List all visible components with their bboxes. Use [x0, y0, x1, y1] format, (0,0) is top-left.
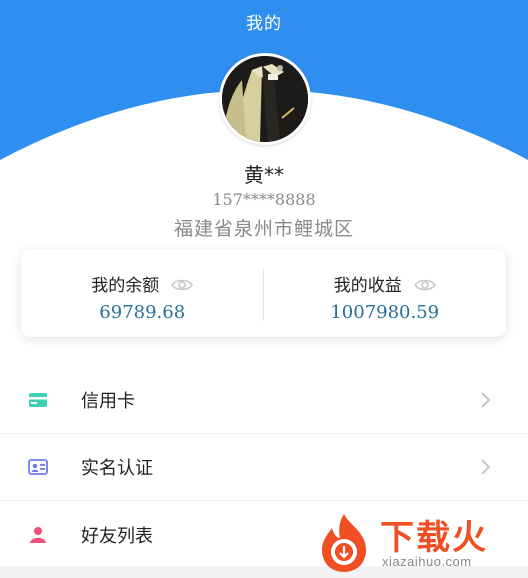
watermark-domain: xiazaihuo.com — [382, 554, 472, 569]
user-name: 黄** — [244, 163, 284, 187]
watermark-logo: 下载火 xiazaihuo.com — [310, 508, 528, 578]
profile-page: 我的 黄** 157****8888 福建省泉州市鲤城区 我的余额 69789.… — [0, 0, 528, 578]
stats-card: 我的余额 69789.68 我的收益 1007980.59 — [21, 249, 506, 337]
balance-label: 我的余额 — [91, 276, 160, 296]
menu-item-credit-card[interactable]: 信用卡 — [0, 367, 528, 434]
earnings-stat[interactable]: 我的收益 1007980.59 — [264, 249, 507, 337]
avatar[interactable] — [219, 53, 311, 145]
balance-value: 69789.68 — [99, 302, 186, 323]
credit-card-icon — [28, 390, 48, 410]
page-title: 我的 — [246, 14, 282, 34]
menu-label: 好友列表 — [81, 525, 153, 547]
chevron-right-icon — [480, 391, 492, 409]
user-location: 福建省泉州市鲤城区 — [173, 218, 354, 240]
eye-icon[interactable] — [171, 277, 194, 291]
user-phone: 157****8888 — [212, 190, 316, 209]
menu-item-real-name[interactable]: 实名认证 — [0, 434, 528, 501]
menu-label: 实名认证 — [81, 458, 153, 479]
fire-logo-icon — [322, 514, 366, 572]
chevron-right-icon — [480, 458, 492, 476]
watermark-text: 下载火 — [380, 518, 488, 558]
earnings-label: 我的收益 — [333, 276, 402, 296]
person-icon — [28, 525, 48, 545]
menu-label: 信用卡 — [81, 391, 135, 412]
eye-icon[interactable] — [413, 277, 436, 291]
id-card-icon — [28, 457, 48, 477]
earnings-value: 1007980.59 — [330, 302, 440, 323]
balance-stat[interactable]: 我的余额 69789.68 — [21, 249, 264, 337]
